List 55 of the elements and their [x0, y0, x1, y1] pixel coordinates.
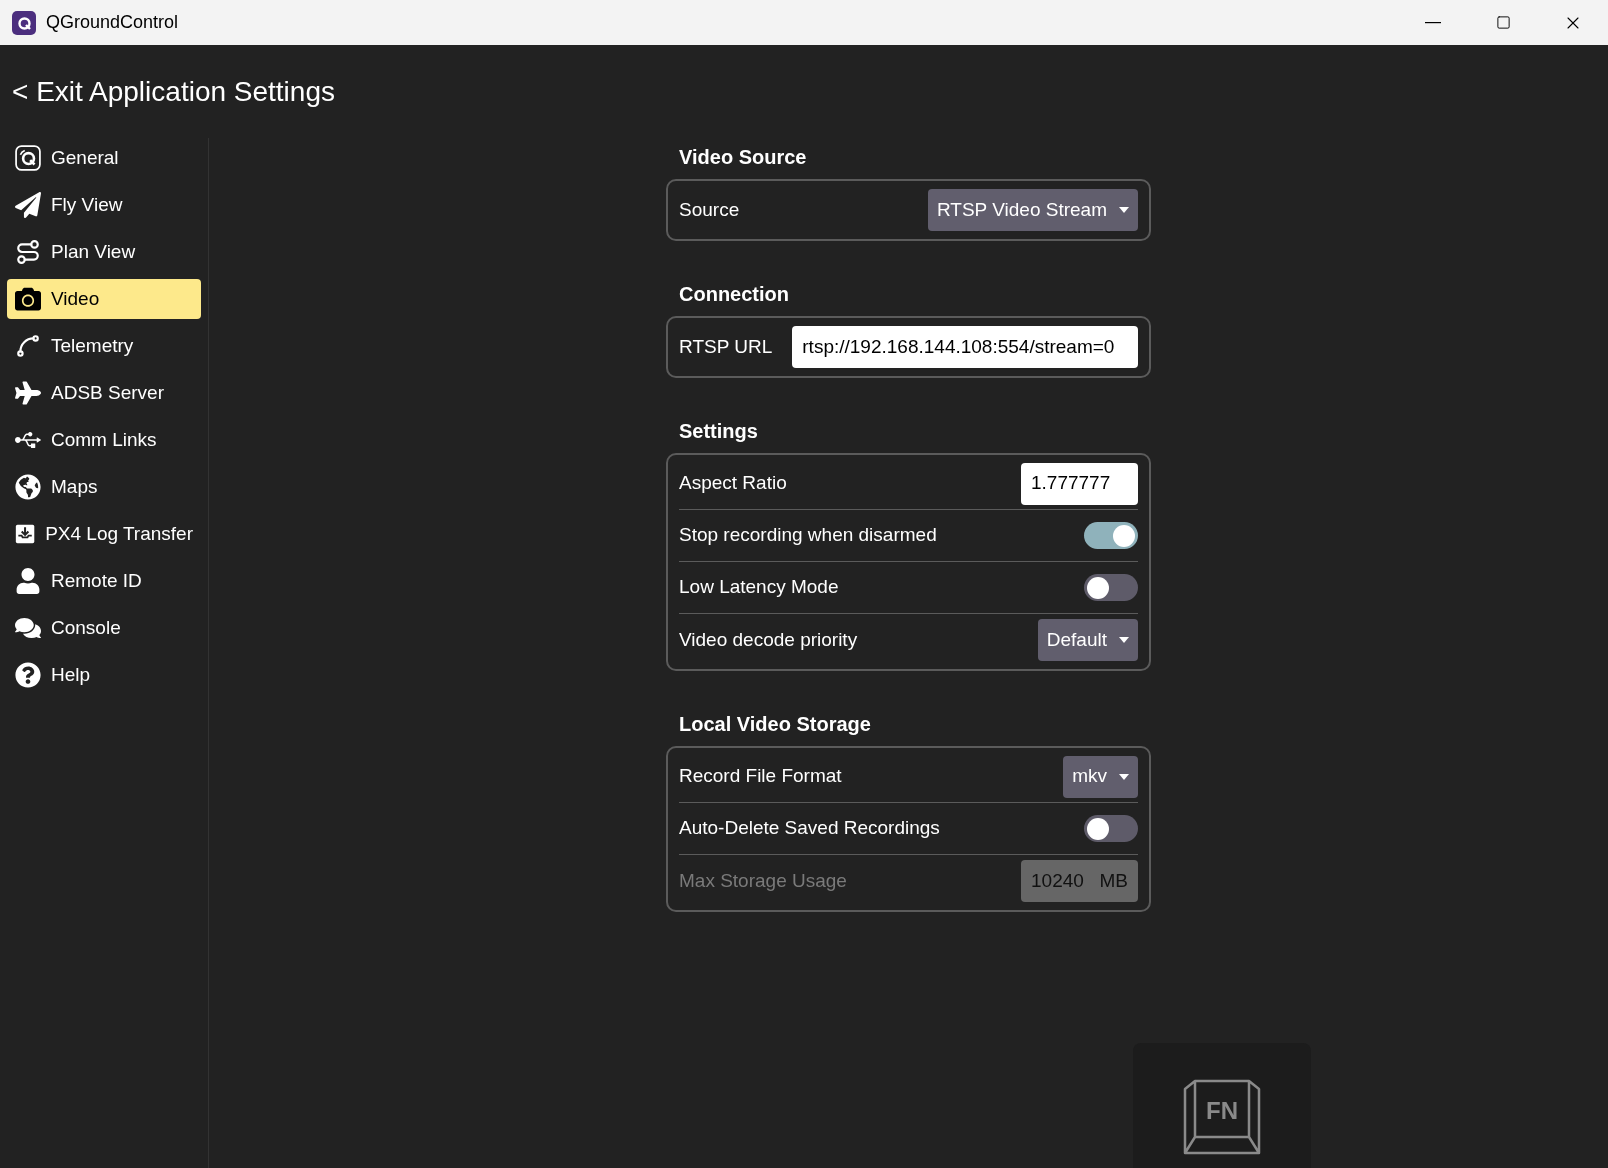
section-heading: Settings	[678, 419, 759, 444]
paper-plane-icon	[15, 192, 41, 218]
sidebar-item[interactable]: Telemetry	[7, 326, 201, 366]
sidebar-item[interactable]: Comm Links	[7, 420, 201, 460]
sidebar-item[interactable]: Video	[7, 279, 201, 319]
toggle-switch[interactable]	[1084, 522, 1138, 549]
dropdown[interactable]: RTSP Video Stream	[927, 189, 1138, 231]
dropdown[interactable]: mkv	[1063, 755, 1138, 798]
input-field[interactable]: 1.777777	[1021, 462, 1138, 505]
section-heading: Local Video Storage	[678, 712, 872, 737]
setting-label: RTSP URL	[679, 334, 773, 359]
exit-settings-link[interactable]: < Exit Application Settings	[12, 70, 335, 113]
caret-icon	[1119, 637, 1129, 643]
airplane-icon	[15, 380, 41, 406]
sidebar-item[interactable]: Plan View	[7, 232, 201, 272]
person-icon	[15, 568, 41, 594]
setting-label: Video decode priority	[679, 627, 858, 652]
sidebar-item[interactable]: General	[7, 138, 201, 178]
logo-icon	[15, 145, 41, 171]
caret-icon	[1119, 207, 1129, 213]
sidebar-item[interactable]: Help	[7, 655, 201, 695]
chat-icon	[15, 615, 41, 641]
dropdown[interactable]: Default	[1037, 619, 1138, 661]
field-value: 10240	[1031, 868, 1084, 893]
unit-label: MB	[1099, 868, 1128, 893]
setting-label: Auto-Delete Saved Recordings	[679, 816, 940, 841]
key-outline-icon	[1183, 1079, 1261, 1157]
sidebar-item[interactable]: Maps	[7, 467, 201, 507]
setting-label: Aspect Ratio	[679, 471, 787, 496]
sidebar-item[interactable]: ADSB Server	[7, 373, 201, 413]
sidebar-item[interactable]: Fly View	[7, 185, 201, 225]
section-heading: Connection	[678, 282, 790, 307]
setting-label: Low Latency Mode	[679, 575, 839, 600]
url-input-field[interactable]: rtsp://192.168.144.108:554/stream=0	[792, 326, 1138, 368]
setting-label: Record File Format	[679, 764, 842, 789]
app-logo-icon	[12, 10, 36, 35]
setting-label: Max Storage Usage	[679, 868, 847, 893]
toggle-switch[interactable]	[1084, 574, 1138, 601]
caret-icon	[1119, 773, 1129, 780]
help-icon	[15, 662, 41, 688]
camera-icon	[15, 286, 41, 312]
sidebar-item[interactable]: Console	[7, 608, 201, 648]
maximize-icon	[1495, 15, 1511, 30]
minimize-icon	[1425, 21, 1441, 24]
setting-label: Stop recording when disarmed	[679, 523, 937, 548]
toggle-switch[interactable]	[1084, 815, 1138, 842]
globe-icon	[15, 474, 41, 500]
sidebar-item[interactable]: PX4 Log Transfer	[7, 514, 201, 554]
key-label: FN	[1205, 1096, 1239, 1126]
sidebar-item[interactable]: Remote ID	[7, 561, 201, 601]
curve-icon	[15, 333, 41, 359]
window-title: QGroundControl	[46, 11, 179, 34]
section-heading: Video Source	[678, 145, 808, 170]
setting-label: Source	[679, 197, 740, 222]
route-icon	[15, 239, 41, 265]
